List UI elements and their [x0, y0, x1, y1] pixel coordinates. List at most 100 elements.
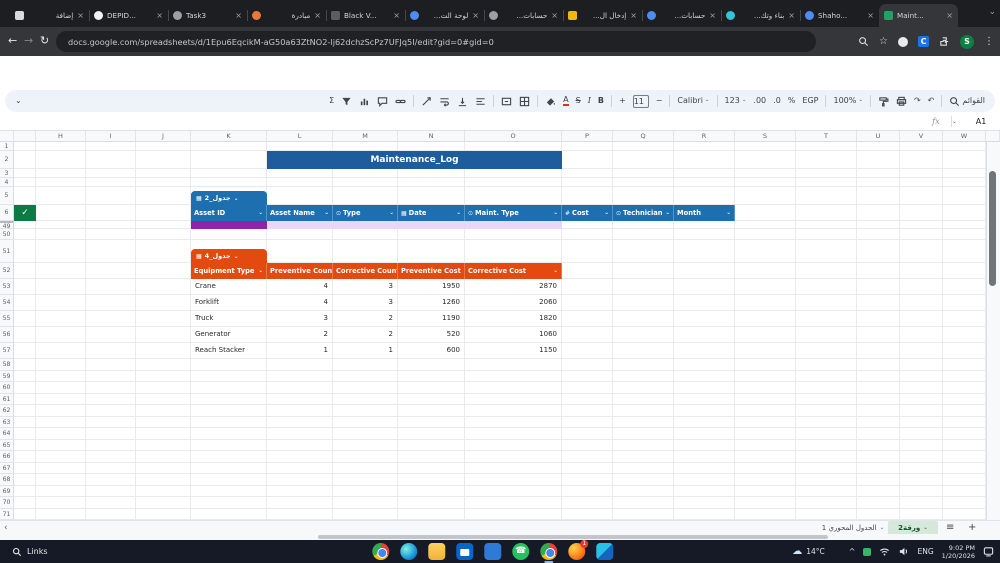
table-cell[interactable]: 4 [267, 279, 333, 295]
row-header[interactable]: 70 [0, 497, 14, 509]
vertical-scrollbar-thumb[interactable] [989, 171, 996, 286]
tab-close-icon[interactable]: × [630, 12, 637, 20]
fill-color-button[interactable] [545, 96, 556, 107]
percent-format-button[interactable]: % [788, 97, 796, 105]
table2-header-cell[interactable]: Corrective Cost⌄ [465, 263, 562, 279]
browser-tab[interactable]: حسابات...× [484, 4, 563, 27]
borders-button[interactable] [519, 96, 530, 107]
column-header[interactable] [14, 131, 36, 142]
sheet-tab-active[interactable]: ورقة2⌄ [888, 521, 938, 535]
row-header[interactable]: 65 [0, 440, 14, 452]
puzzle-extensions-icon[interactable] [939, 36, 950, 47]
table-cell[interactable]: 1060 [465, 327, 562, 343]
notification-center-icon[interactable] [983, 546, 994, 557]
toolbar-more-button[interactable]: ⌄ [15, 97, 22, 105]
address-bar[interactable]: docs.google.com/spreadsheets/d/1Epu6Eqci… [56, 31, 816, 52]
browser-tab[interactable]: بناء وتك...× [721, 4, 800, 27]
chevron-down-icon[interactable]: ⌄ [258, 268, 263, 274]
row-header[interactable]: 6 [0, 205, 14, 221]
row-header[interactable]: 69 [0, 486, 14, 498]
currency-format-button[interactable]: EGP [802, 97, 818, 105]
browser-tab[interactable]: Shaho...× [800, 4, 879, 27]
row-header[interactable]: 58 [0, 359, 14, 371]
table-cell[interactable]: 4 [267, 295, 333, 311]
row-header[interactable]: 62 [0, 405, 14, 417]
forward-icon[interactable]: → [24, 34, 33, 48]
browser-orange-icon[interactable]: 1 [568, 543, 585, 560]
row-header[interactable]: 67 [0, 463, 14, 475]
chrome-icon[interactable] [372, 543, 389, 560]
name-box[interactable]: A1 [962, 117, 1000, 126]
table-cell[interactable]: 600 [398, 343, 465, 359]
table-cell[interactable]: Reach Stacker [191, 343, 267, 359]
column-header[interactable]: S [735, 131, 796, 142]
refresh-icon[interactable]: ↻ [40, 34, 49, 48]
grid-corner[interactable] [0, 131, 14, 142]
browser-tab[interactable]: DEPID...× [89, 4, 168, 27]
column-header[interactable]: Q [613, 131, 674, 142]
undo-button[interactable]: ↶ [928, 97, 935, 105]
bookmark-star-icon[interactable]: ☆ [879, 37, 888, 47]
row-header[interactable]: 59 [0, 371, 14, 383]
formula-input[interactable] [0, 113, 921, 130]
row-header[interactable]: 68 [0, 474, 14, 486]
table-cell[interactable]: 1260 [398, 295, 465, 311]
tab-close-icon[interactable]: × [393, 12, 400, 20]
column-header[interactable]: H [36, 131, 86, 142]
tab-search-chevron-icon[interactable]: ⌄ [988, 7, 996, 17]
row-header[interactable]: 3 [0, 169, 14, 178]
insert-link-button[interactable] [395, 96, 406, 107]
browser-tab[interactable]: Maint...× [879, 4, 958, 27]
table-cell[interactable]: 3 [333, 295, 398, 311]
browser-tab[interactable]: حسابات...× [642, 4, 721, 27]
row-header[interactable]: 2 [0, 151, 14, 169]
table1-header-cell[interactable]: #Cost⌄ [562, 205, 613, 221]
sheet-scroll-button[interactable]: ‹ [4, 521, 8, 535]
redo-button[interactable]: ↷ [914, 97, 921, 105]
chevron-down-icon[interactable]: ⌄ [258, 210, 263, 216]
column-header[interactable]: V [900, 131, 943, 142]
merge-cells-button[interactable] [501, 96, 512, 107]
row-header[interactable]: 61 [0, 394, 14, 406]
app-icon[interactable] [484, 543, 501, 560]
chrome-active-icon[interactable] [540, 543, 557, 560]
table-cell[interactable]: 1950 [398, 279, 465, 295]
table-cell[interactable]: Generator [191, 327, 267, 343]
row-header[interactable]: 71 [0, 509, 14, 521]
table1-header-cell[interactable]: ▦Date⌄ [398, 205, 465, 221]
column-header[interactable]: M [333, 131, 398, 142]
row-header[interactable]: 52 [0, 263, 14, 279]
column-header[interactable]: O [465, 131, 562, 142]
browser-tab[interactable]: إدخال ال...× [563, 4, 642, 27]
decrease-decimal-button[interactable]: .0 [773, 97, 781, 105]
row-header[interactable]: 60 [0, 382, 14, 394]
table-cell[interactable]: Crane [191, 279, 267, 295]
zoom-select[interactable]: 100%⌄ [833, 97, 862, 105]
paint-format-button[interactable] [878, 96, 889, 107]
insert-chart-button[interactable] [359, 96, 370, 107]
functions-button[interactable]: Σ [329, 97, 334, 105]
browser-tab[interactable]: مبادرة× [247, 4, 326, 27]
column-header[interactable]: I [86, 131, 136, 142]
horizontal-scrollbar-thumb[interactable] [318, 535, 828, 539]
table-cell[interactable]: 520 [398, 327, 465, 343]
table-cell[interactable]: 1 [267, 343, 333, 359]
weather-widget[interactable]: ☁ 14°C [792, 546, 825, 557]
row-header[interactable]: 63 [0, 417, 14, 429]
tray-expand-icon[interactable]: ^ [849, 547, 856, 556]
table-cell[interactable]: 3 [267, 311, 333, 327]
table1-header-cell[interactable]: Asset ID⌄ [191, 205, 267, 221]
row-header[interactable]: 56 [0, 327, 14, 343]
row-header[interactable]: 64 [0, 428, 14, 440]
sheet-title-banner-cell[interactable]: Maintenance_Log [267, 151, 562, 169]
tab-close-icon[interactable]: × [867, 12, 874, 20]
browser-tab[interactable]: لوحة الت...× [405, 4, 484, 27]
taskbar-search[interactable]: Links [12, 540, 48, 563]
column-header[interactable]: T [796, 131, 857, 142]
tab-close-icon[interactable]: × [472, 12, 479, 20]
tab-close-icon[interactable]: × [788, 12, 795, 20]
tab-close-icon[interactable]: × [156, 12, 163, 20]
text-rotate-button[interactable] [421, 96, 432, 107]
browser-tab[interactable]: إضافة× [10, 4, 89, 27]
volume-icon[interactable] [898, 546, 909, 557]
